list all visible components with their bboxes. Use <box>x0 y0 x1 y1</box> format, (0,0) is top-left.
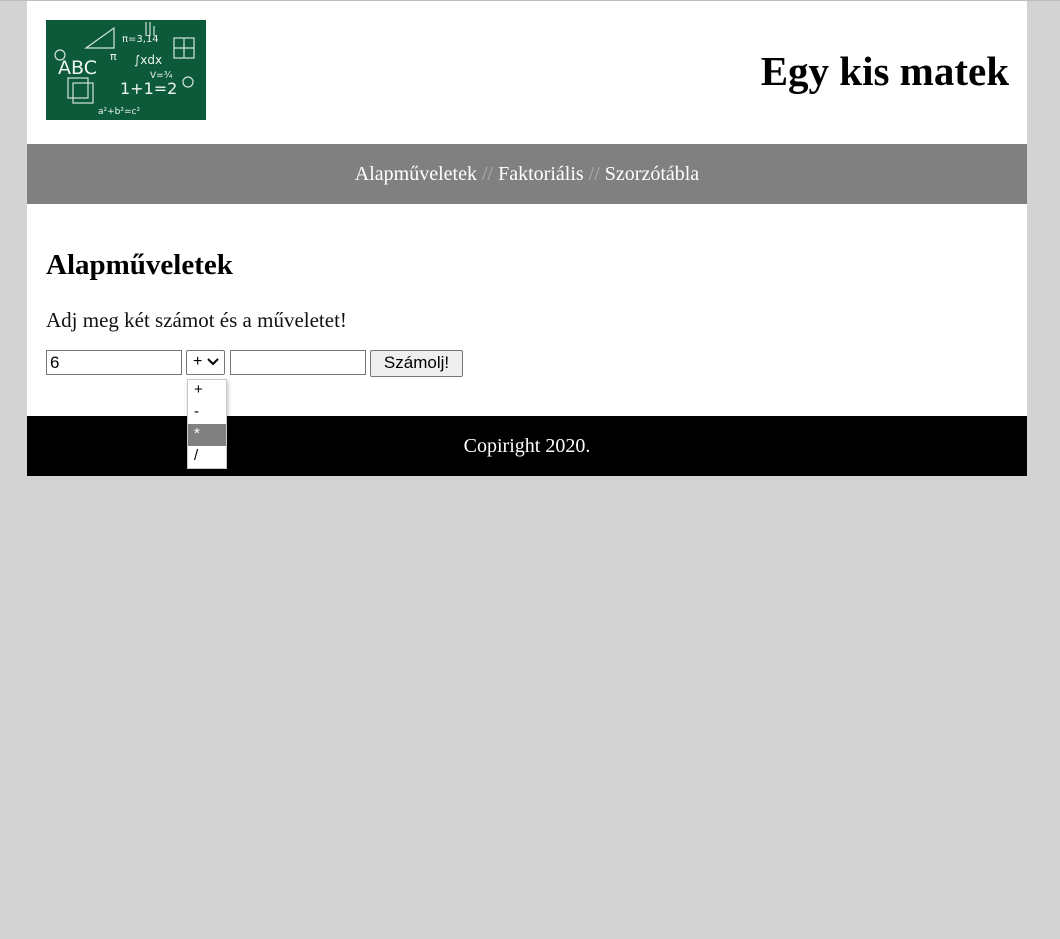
logo-pythagoras-text: a²+b²=c² <box>98 107 140 117</box>
nav-link-faktorialis[interactable]: Faktoriális <box>498 163 584 185</box>
nav-link-szorzotabla[interactable]: Szorzótábla <box>605 163 699 185</box>
logo-abc-text: ABC <box>58 57 97 79</box>
operator-dropdown-list: + - * / <box>187 379 227 469</box>
page-container: ABC 1+1=2 π=3,14 ∫xdx a²+b²=c² V=¾ π Egy… <box>27 1 1027 476</box>
nav-separator: // <box>588 163 600 185</box>
operator-select[interactable]: + <box>186 350 225 375</box>
chevron-down-icon <box>207 358 219 366</box>
logo-integral-text: ∫xdx <box>134 53 162 67</box>
logo-volume-text: V=¾ <box>150 71 173 81</box>
operator-option-divide[interactable]: / <box>188 446 226 468</box>
second-number-input[interactable] <box>230 350 366 375</box>
site-title: Egy kis matek <box>760 48 1009 94</box>
operator-option-plus[interactable]: + <box>188 380 226 402</box>
logo-pi-symbol: π <box>110 50 117 63</box>
chalkboard-logo: ABC 1+1=2 π=3,14 ∫xdx a²+b²=c² V=¾ π <box>46 20 206 120</box>
nav-link-alapmuveletek[interactable]: Alapműveletek <box>355 163 477 185</box>
section-heading: Alapműveletek <box>46 249 233 281</box>
logo-pi-text: π=3,14 <box>122 34 159 45</box>
calculate-button[interactable]: Számolj! <box>370 350 463 377</box>
main-content: Alapműveletek Adj meg két számot és a mű… <box>27 204 1027 416</box>
operator-option-multiply[interactable]: * <box>188 424 226 446</box>
nav-separator: // <box>481 163 494 185</box>
main-nav: Alapműveletek // Faktoriális // Szorzótá… <box>27 144 1027 204</box>
site-footer: Copiright 2020. <box>27 416 1027 476</box>
instruction-text: Adj meg két számot és a műveletet! <box>46 308 347 332</box>
first-number-input[interactable]: 6 <box>46 350 182 375</box>
site-header: ABC 1+1=2 π=3,14 ∫xdx a²+b²=c² V=¾ π Egy… <box>27 1 1027 144</box>
operator-option-minus[interactable]: - <box>188 402 226 424</box>
logo-equation-text: 1+1=2 <box>120 79 177 98</box>
operator-select-value: + <box>193 353 203 370</box>
